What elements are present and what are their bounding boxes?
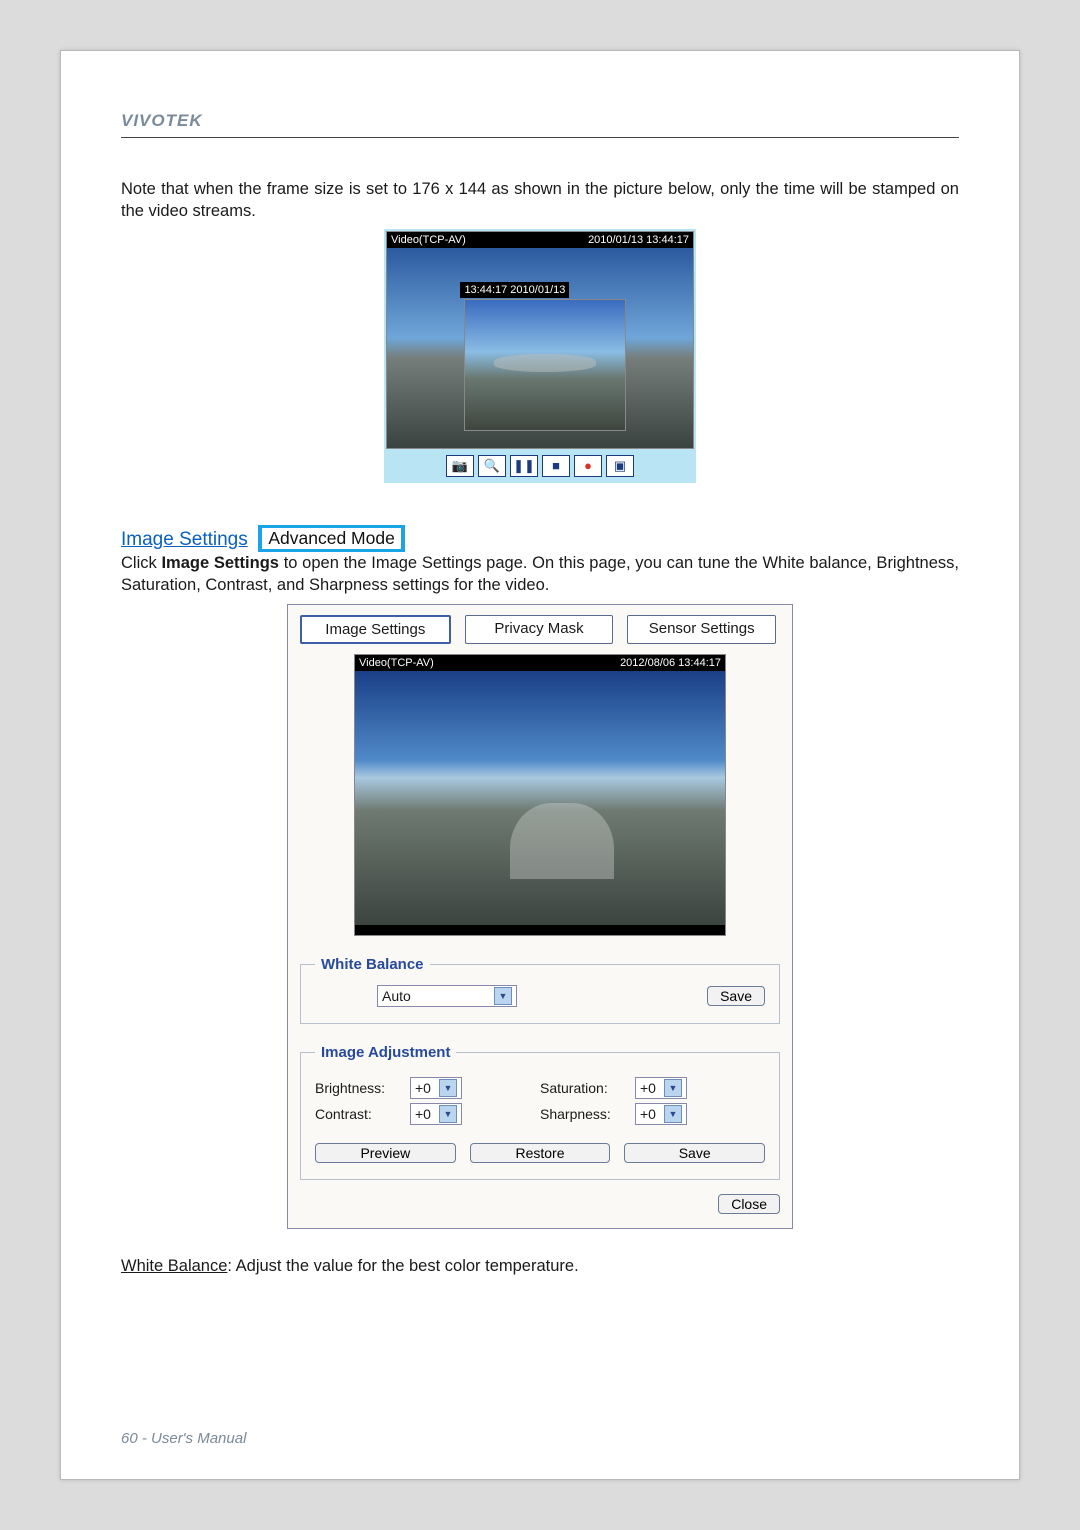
brand-header: VIVOTEK <box>121 111 959 131</box>
caption-right: 2010/01/13 13:44:17 <box>588 234 689 246</box>
wb-desc-label: White Balance <box>121 1257 227 1275</box>
video-stream-small: 13:44:17 2010/01/13 <box>387 248 693 448</box>
sharpness-select[interactable]: +0 ▼ <box>635 1103 687 1125</box>
video-pane-small: Video(TCP-AV) 2010/01/13 13:44:17 13:44:… <box>386 231 694 449</box>
camera-icon[interactable]: 📷 <box>446 455 474 477</box>
sharpness-value: +0 <box>640 1106 656 1122</box>
intro-paragraph: Note that when the frame size is set to … <box>121 178 959 223</box>
image-adjustment-legend: Image Adjustment <box>315 1044 456 1061</box>
brightness-value: +0 <box>415 1080 431 1096</box>
header-divider <box>121 137 959 138</box>
wb-desc-text: : Adjust the value for the best color te… <box>227 1257 578 1275</box>
image-settings-dialog: Image Settings Privacy Mask Sensor Setti… <box>287 604 793 1229</box>
tab-image-settings[interactable]: Image Settings <box>300 615 451 644</box>
chevron-down-icon: ▼ <box>439 1105 457 1123</box>
tab-privacy-mask[interactable]: Privacy Mask <box>465 615 614 644</box>
thumbnail-inset <box>465 300 625 430</box>
caption-right-large: 2012/08/06 13:44:17 <box>620 657 721 669</box>
fullscreen-icon[interactable]: ▣ <box>606 455 634 477</box>
video-pane-large: Video(TCP-AV) 2012/08/06 13:44:17 <box>354 654 726 936</box>
viewer-small: Video(TCP-AV) 2010/01/13 13:44:17 13:44:… <box>384 229 696 483</box>
brightness-select[interactable]: +0 ▼ <box>410 1077 462 1099</box>
contrast-value: +0 <box>415 1106 431 1122</box>
stop-icon[interactable]: ■ <box>542 455 570 477</box>
contrast-select[interactable]: +0 ▼ <box>410 1103 462 1125</box>
white-balance-group: White Balance Auto ▼ Save <box>300 956 780 1024</box>
record-icon[interactable]: ● <box>574 455 602 477</box>
restore-button[interactable]: Restore <box>470 1143 611 1163</box>
video-stream-large <box>355 671 725 925</box>
saturation-select[interactable]: +0 ▼ <box>635 1077 687 1099</box>
white-balance-save-button[interactable]: Save <box>707 986 765 1006</box>
preview-button[interactable]: Preview <box>315 1143 456 1163</box>
dialog-tabs: Image Settings Privacy Mask Sensor Setti… <box>300 615 776 644</box>
section-heading: Image Settings Advanced Mode <box>121 525 959 552</box>
white-balance-value: Auto <box>382 988 411 1004</box>
chevron-down-icon: ▼ <box>439 1079 457 1097</box>
saturation-value: +0 <box>640 1080 656 1096</box>
image-settings-description: Click Image Settings to open the Image S… <box>121 552 959 597</box>
video-caption-large: Video(TCP-AV) 2012/08/06 13:44:17 <box>355 655 725 671</box>
image-adj-save-button[interactable]: Save <box>624 1143 765 1163</box>
desc-bold: Image Settings <box>161 554 279 572</box>
white-balance-select[interactable]: Auto ▼ <box>377 985 517 1007</box>
desc-pre: Click <box>121 554 161 572</box>
pause-icon[interactable]: ❚❚ <box>510 455 538 477</box>
image-settings-link[interactable]: Image Settings <box>121 529 248 550</box>
caption-left: Video(TCP-AV) <box>391 234 466 246</box>
white-balance-description: White Balance: Adjust the value for the … <box>121 1255 959 1277</box>
viewer-toolbar: 📷 🔍 ❚❚ ■ ● ▣ <box>386 449 694 481</box>
close-button[interactable]: Close <box>718 1194 780 1214</box>
advanced-mode-badge: Advanced Mode <box>258 525 404 552</box>
image-adjustment-group: Image Adjustment Brightness: +0 ▼ Satura… <box>300 1044 780 1180</box>
chevron-down-icon: ▼ <box>664 1105 682 1123</box>
chevron-down-icon: ▼ <box>494 987 512 1005</box>
sharpness-label: Sharpness: <box>540 1106 625 1122</box>
saturation-label: Saturation: <box>540 1080 625 1096</box>
page-footer: 60 - User's Manual <box>121 1430 246 1447</box>
video-caption: Video(TCP-AV) 2010/01/13 13:44:17 <box>387 232 693 248</box>
contrast-label: Contrast: <box>315 1106 400 1122</box>
timestamp-overlay: 13:44:17 2010/01/13 <box>460 282 569 298</box>
tab-sensor-settings[interactable]: Sensor Settings <box>627 615 776 644</box>
caption-left-large: Video(TCP-AV) <box>359 657 434 669</box>
brightness-label: Brightness: <box>315 1080 400 1096</box>
white-balance-legend: White Balance <box>315 956 430 973</box>
chevron-down-icon: ▼ <box>664 1079 682 1097</box>
zoom-icon[interactable]: 🔍 <box>478 455 506 477</box>
